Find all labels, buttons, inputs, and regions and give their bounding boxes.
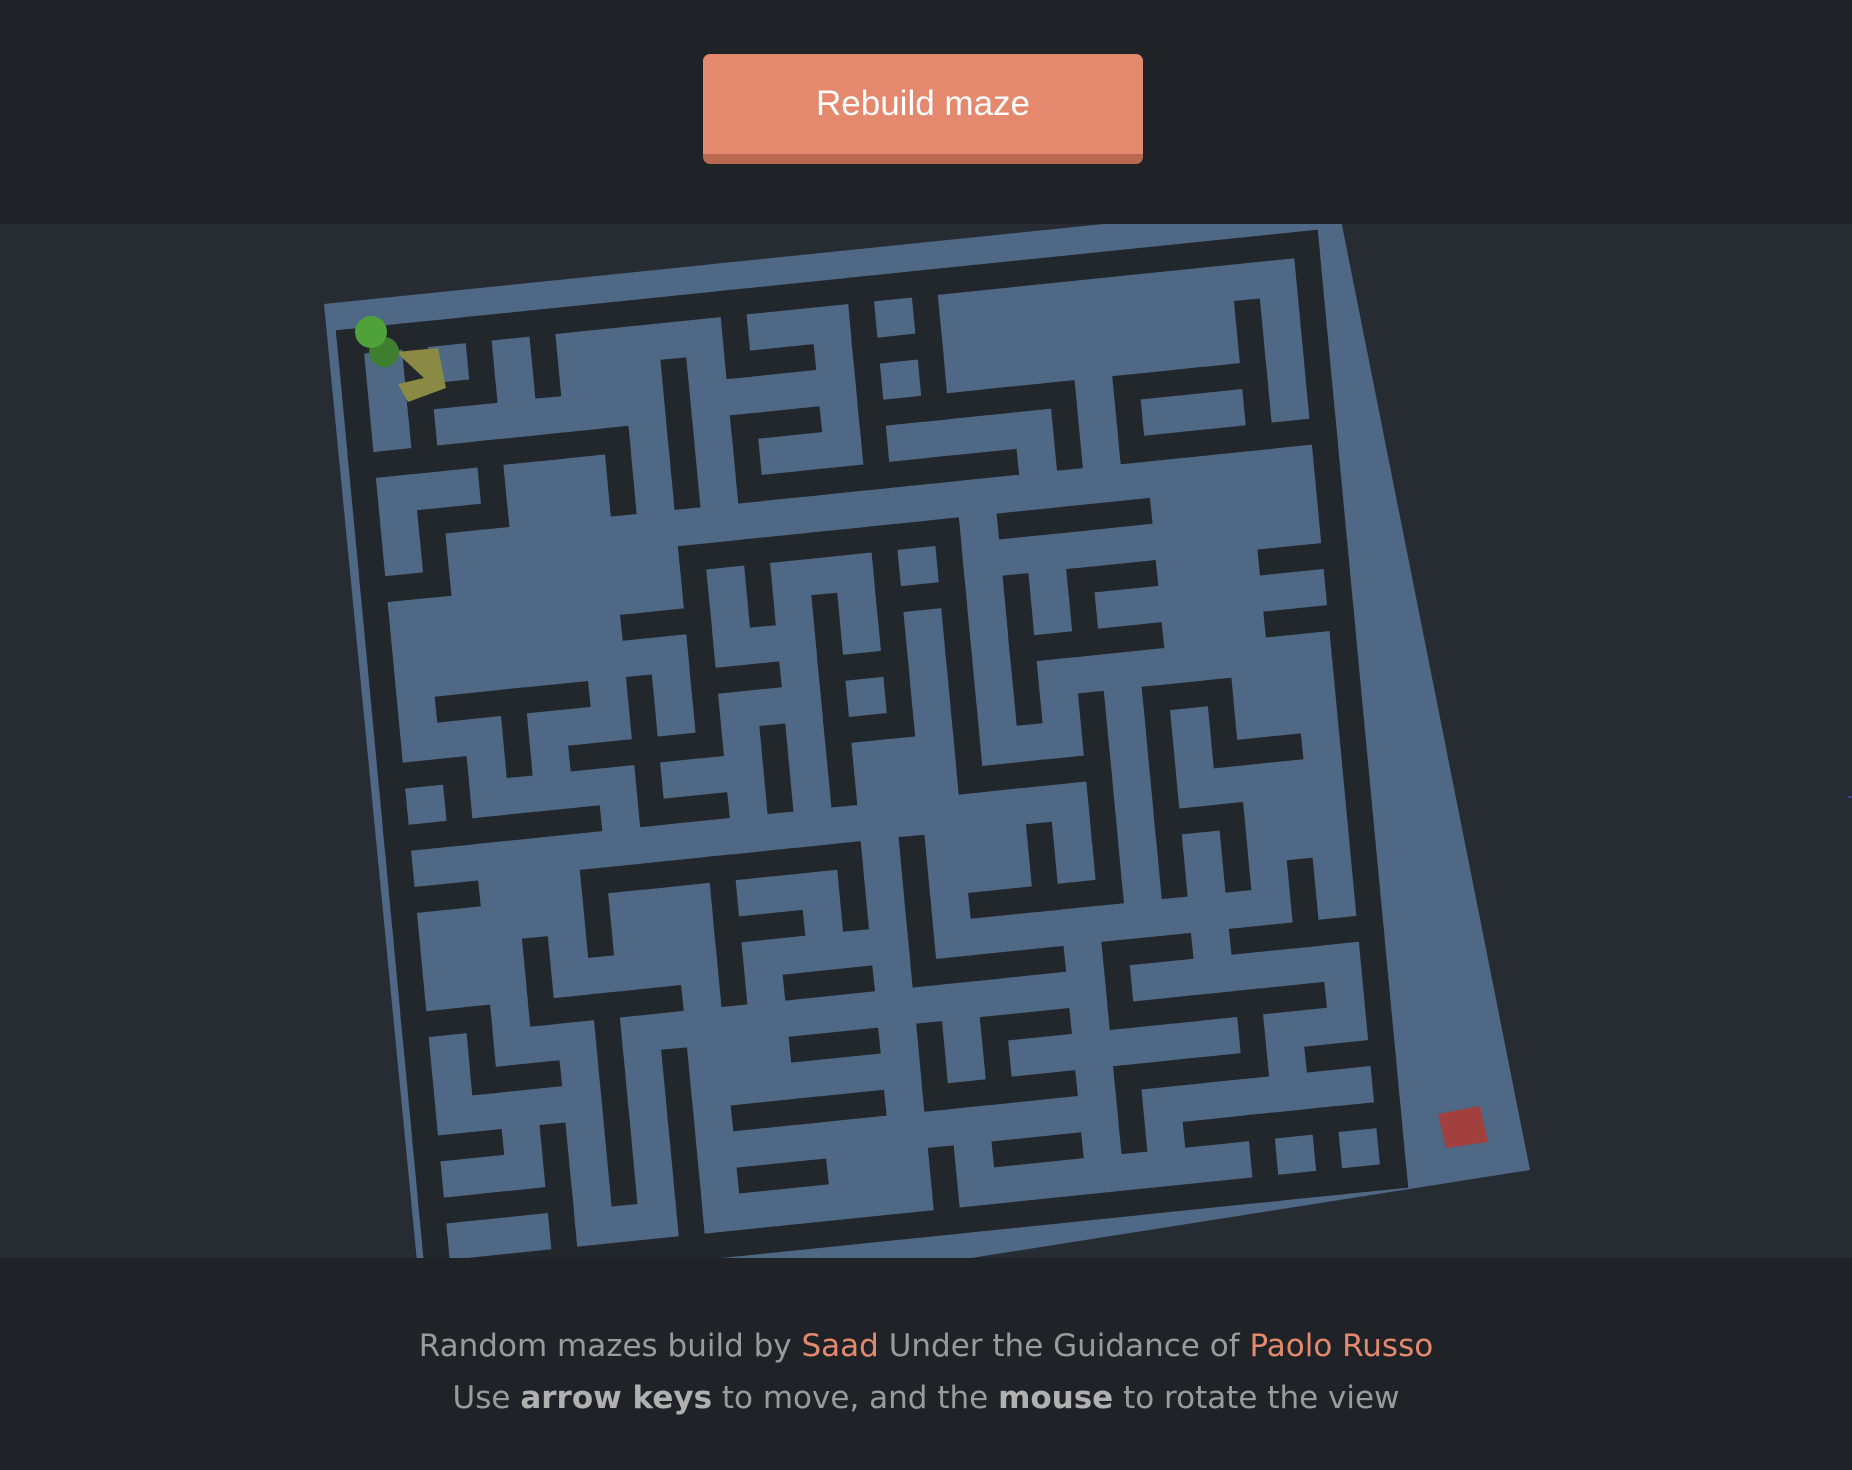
footer: Random mazes build by Saad Under the Gui… xyxy=(0,1258,1852,1470)
maze-wall xyxy=(991,1132,1084,1168)
maze-wall xyxy=(637,792,730,828)
maze-wall xyxy=(788,1027,881,1063)
maze-wall xyxy=(1089,815,1124,906)
maze-wall xyxy=(1257,540,1350,576)
maze-wall xyxy=(1239,360,1275,452)
maze-wall xyxy=(527,308,562,399)
maze-wall xyxy=(973,945,1067,981)
maze-wall xyxy=(672,1171,707,1258)
instructions-suffix: to rotate the view xyxy=(1113,1380,1400,1416)
arrow-keys-text: arrow keys xyxy=(520,1380,713,1416)
maze-wall xyxy=(631,730,724,766)
maze-wall xyxy=(1304,1037,1397,1073)
maze-wall xyxy=(1060,497,1153,533)
maze-wall xyxy=(926,448,1020,484)
maze-wall xyxy=(602,425,637,517)
maze-wall xyxy=(359,569,452,605)
maze-wall xyxy=(498,680,591,716)
maze-wall xyxy=(729,412,765,504)
maze-wall xyxy=(927,1145,963,1236)
maze-wall xyxy=(736,1158,829,1194)
maze-wall xyxy=(1112,373,1147,465)
maze-wall xyxy=(1217,802,1252,893)
credits-middle: Under the Guidance of xyxy=(878,1328,1250,1364)
maze-wall xyxy=(417,501,510,537)
maze-wall xyxy=(718,288,753,380)
maze-wall xyxy=(770,841,864,877)
maze-wall xyxy=(510,805,603,841)
maze-wall xyxy=(591,985,684,1021)
maze-wall xyxy=(1176,1050,1270,1086)
maze-viewport[interactable] xyxy=(0,224,1852,1258)
maze-wall xyxy=(481,1184,574,1220)
maze-wall xyxy=(1310,1099,1403,1135)
author-link[interactable]: Saad xyxy=(802,1328,879,1364)
maze-wall xyxy=(463,314,498,406)
maze-wall xyxy=(1101,932,1194,968)
maze-wall xyxy=(1008,635,1043,726)
maze-wall xyxy=(979,1008,1072,1044)
mouse-text: mouse xyxy=(998,1380,1114,1416)
maze-wall xyxy=(782,965,875,1001)
maze-wall xyxy=(857,399,892,491)
maze-wall xyxy=(915,331,950,422)
scrollbar-indicator xyxy=(1848,796,1852,798)
maze-wall xyxy=(376,756,470,792)
maze-wall xyxy=(880,648,916,739)
maze-wall xyxy=(794,1089,887,1125)
maze-canvas[interactable] xyxy=(0,224,1852,1258)
maze-wall xyxy=(469,1060,563,1096)
maze-wall xyxy=(1153,808,1188,900)
credits-prefix: Random mazes build by xyxy=(418,1328,802,1364)
maze-wall xyxy=(603,1115,638,1207)
maze-wall xyxy=(950,703,985,795)
maze-wall xyxy=(741,537,776,628)
header: Rebuild maze xyxy=(0,0,1852,224)
maze-wall xyxy=(1066,566,1101,658)
credits-line: Random mazes build by Saad Under the Gui… xyxy=(0,1320,1852,1372)
mentor-link[interactable]: Paolo Russo xyxy=(1249,1328,1433,1364)
maze-wall xyxy=(388,880,481,916)
maze-wall xyxy=(412,1128,505,1164)
maze-wall xyxy=(689,661,782,697)
instructions-middle: to move, and the xyxy=(712,1380,999,1416)
maze-wall xyxy=(985,1070,1078,1106)
maze-wall xyxy=(400,1004,493,1040)
rebuild-maze-button[interactable]: Rebuild maze xyxy=(703,54,1143,164)
maze-wall xyxy=(1263,602,1356,638)
instructions-prefix: Use xyxy=(452,1380,521,1416)
maze-wall xyxy=(1286,857,1321,949)
maze-wall xyxy=(713,909,806,945)
instructions-line: Use arrow keys to move, and the mouse to… xyxy=(0,1372,1852,1424)
maze-wall xyxy=(666,419,701,510)
maze-wall xyxy=(1205,677,1240,769)
maze-wall xyxy=(1048,380,1083,471)
maze-wall xyxy=(759,723,794,815)
